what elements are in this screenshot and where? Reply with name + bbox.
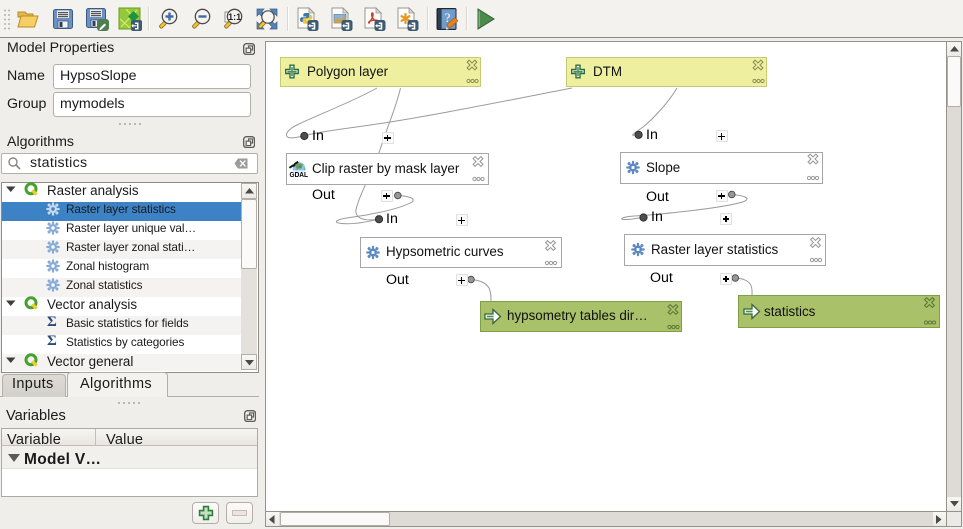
svg-text:GDAL: GDAL bbox=[290, 170, 309, 179]
